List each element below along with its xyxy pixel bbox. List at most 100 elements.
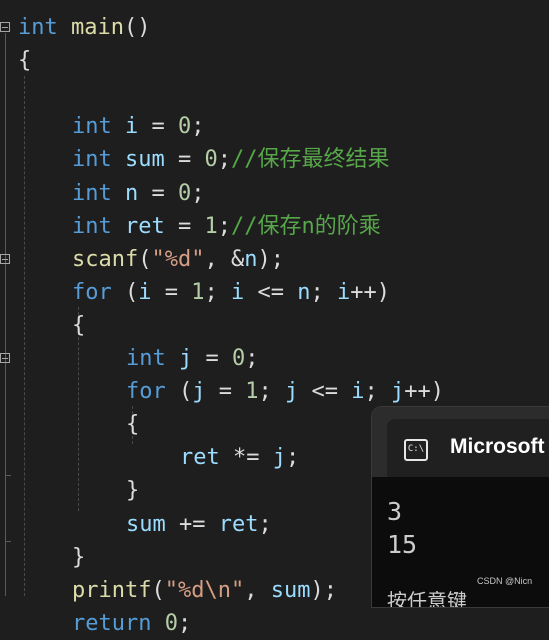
code-token: for — [72, 279, 112, 305]
code-token: 1 — [204, 213, 218, 239]
fold-end-tick — [5, 541, 11, 542]
code-token: = — [151, 279, 192, 305]
code-line: sum += ret; — [126, 508, 272, 541]
code-line: { — [126, 408, 139, 441]
code-token: j — [272, 445, 286, 471]
code-token: "%d\n" — [164, 577, 245, 603]
code-line: int ret = 1;//保存n的阶乘 — [72, 210, 381, 243]
code-token: ; — [258, 379, 285, 405]
code-token: = — [164, 147, 205, 173]
code-token: int — [72, 213, 112, 239]
code-token: *= — [219, 445, 273, 471]
code-token: <= — [298, 379, 352, 405]
code-token: = — [138, 114, 178, 140]
code-token: ( — [138, 246, 152, 272]
code-token: 0 — [164, 610, 178, 636]
code-token: , — [244, 577, 271, 603]
code-token: i — [351, 379, 365, 405]
code-token: int — [72, 180, 112, 206]
code-token: i — [336, 279, 351, 305]
code-token: j — [390, 379, 405, 405]
code-token: sum — [270, 577, 311, 603]
code-token: for — [126, 379, 166, 405]
code-line: { — [72, 309, 85, 342]
code-token: ( — [151, 577, 165, 603]
code-token: { — [126, 412, 140, 438]
console-output-line: 15 — [387, 530, 418, 559]
code-token: return — [72, 610, 152, 636]
code-token: ; — [204, 279, 231, 305]
code-line: int j = 0; — [126, 342, 259, 375]
code-token: sum — [126, 511, 166, 537]
code-token: ( — [111, 279, 139, 305]
code-token: j — [192, 379, 206, 405]
code-token: ++) — [350, 279, 390, 305]
code-token: i — [231, 279, 245, 305]
code-token: ); — [257, 246, 284, 272]
code-token: ; — [217, 147, 231, 173]
code-token: = — [138, 180, 178, 206]
code-token: //保存n的阶乘 — [231, 213, 381, 239]
fold-guide-main — [5, 33, 6, 596]
code-token: scanf — [72, 246, 139, 272]
code-token: n — [297, 279, 311, 305]
code-token: 0 — [232, 346, 246, 371]
collapse-outer-for-icon[interactable] — [0, 254, 10, 264]
code-line: printf("%d\n", sum); — [72, 574, 337, 607]
code-line: int n = 0; — [72, 177, 205, 210]
code-token: { — [72, 312, 86, 338]
code-line: for (i = 1; i <= n; i++) — [72, 276, 390, 309]
code-token: ret — [125, 213, 165, 239]
code-token: sum — [125, 147, 165, 173]
code-token: = — [164, 213, 205, 239]
code-token: main — [71, 15, 124, 40]
code-line: return 0; — [72, 607, 191, 640]
code-token: <= — [244, 279, 298, 305]
code-token: 0 — [178, 114, 192, 140]
code-token: } — [126, 478, 140, 504]
code-token: int — [72, 114, 112, 140]
code-line: for (j = 1; j <= i; j++) — [126, 375, 444, 408]
code-token: ; — [177, 610, 192, 636]
code-token: 0 — [204, 147, 218, 173]
code-token: printf — [72, 577, 152, 603]
code-token: = — [192, 346, 232, 371]
console-title: Microsoft — [450, 435, 545, 458]
collapse-main-icon[interactable] — [0, 22, 10, 32]
code-line: scanf("%d", &n); — [72, 243, 284, 276]
code-token: n — [125, 180, 139, 206]
console-prompt-text: 按任意键 — [387, 589, 467, 607]
code-token: ); — [310, 577, 337, 603]
code-token: ; — [364, 379, 391, 405]
fold-end-tick — [5, 475, 11, 476]
console-output-line: 3 — [387, 497, 403, 526]
code-token: , & — [204, 246, 245, 272]
code-token: int — [72, 147, 112, 173]
code-token: ++) — [404, 379, 444, 405]
code-token: 1 — [245, 379, 259, 405]
code-token: ; — [258, 511, 272, 537]
code-token: 1 — [191, 279, 205, 305]
code-token: j — [179, 346, 193, 371]
code-token: = — [205, 379, 246, 405]
code-token: ; — [191, 114, 205, 140]
code-line: } — [72, 541, 85, 574]
code-line: ret *= j; — [180, 441, 299, 474]
terminal-icon: C:\ — [404, 439, 428, 461]
code-line: } — [126, 474, 139, 507]
watermark: CSDN @Nicn — [477, 576, 533, 586]
indent-guide — [24, 76, 25, 596]
code-line: { — [18, 44, 31, 77]
code-token: += — [165, 511, 219, 537]
code-token: ret — [218, 511, 259, 537]
code-token: i — [138, 279, 152, 305]
code-token: () — [123, 15, 151, 40]
collapse-inner-for-icon[interactable] — [0, 353, 10, 363]
code-token: } — [72, 544, 86, 570]
code-token: //保存最终结果 — [231, 147, 390, 173]
code-token: ; — [285, 445, 300, 471]
code-token: ; — [245, 346, 259, 371]
